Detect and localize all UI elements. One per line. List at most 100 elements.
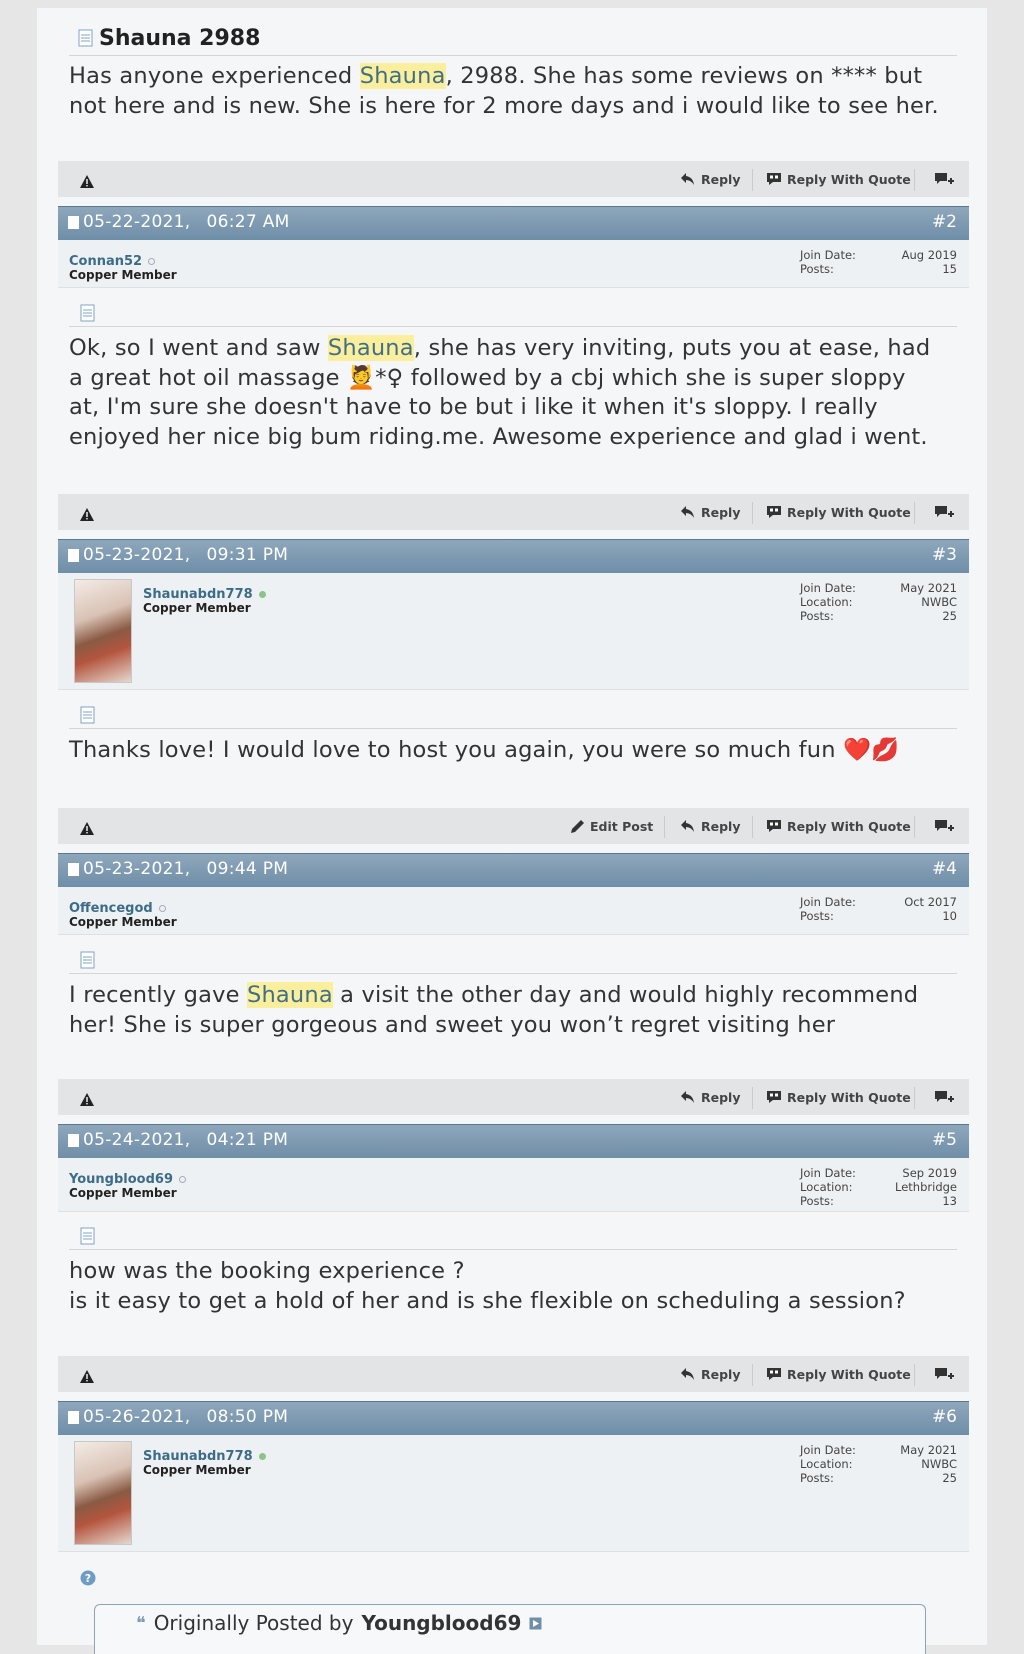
reply-with-quote-button[interactable]: Reply With Quote [766, 494, 911, 530]
user-meta-values: Sep 2019 Lethbridge 13 [895, 1166, 957, 1208]
post-time: 04:21 PM [206, 1130, 289, 1150]
multi-quote-icon [935, 506, 954, 517]
post-date: 05-23-2021, [83, 859, 191, 879]
post-header: 05-22-2021, 06:27 AM #2 [58, 206, 969, 240]
post-time: 06:27 AM [206, 212, 290, 232]
user-meta-values: Aug 2019 15 [901, 248, 957, 276]
quote-bubble-icon [767, 1091, 781, 1103]
multi-quote-icon [935, 820, 954, 831]
post-header: 05-23-2021, 09:44 PM #4 [58, 853, 969, 887]
pencil-icon [571, 819, 584, 833]
username-link[interactable]: Offencegod [69, 901, 166, 916]
user-info: Youngblood69 Copper Member Join Date: Loc… [58, 1158, 969, 1212]
user-meta-values: May 2021 NWBC 25 [900, 581, 957, 623]
offline-status-icon [158, 905, 166, 912]
report-post-icon[interactable] [80, 1091, 94, 1110]
view-post-icon[interactable] [529, 1617, 542, 1630]
multi-quote-icon [935, 173, 954, 184]
divider [69, 728, 957, 729]
post-number-link[interactable]: #5 [932, 1130, 957, 1150]
reply-button[interactable]: Reply [680, 1079, 740, 1115]
post-date: 05-26-2021, [83, 1407, 191, 1427]
username-link[interactable]: Connan52 [69, 254, 156, 269]
thread-title-row: Shauna 2988 [78, 22, 260, 54]
highlighted-term: Shauna [359, 63, 446, 89]
quote-bubble-icon [767, 173, 781, 185]
reply-button[interactable]: Reply [680, 494, 740, 530]
user-info: Connan52 Copper Member Join Date: Posts: … [58, 240, 969, 288]
report-post-icon[interactable] [80, 506, 94, 525]
edit-post-button[interactable]: Edit Post [570, 808, 653, 844]
svg-text:?: ? [85, 1572, 91, 1585]
post-icon [68, 548, 79, 562]
post-message: Has anyone experienced Shauna, 2988. She… [69, 63, 939, 119]
user-avatar[interactable] [74, 579, 132, 683]
multi-quote-button[interactable] [934, 1079, 959, 1115]
post-date: 05-24-2021, [83, 1130, 191, 1150]
reply-icon [681, 820, 694, 832]
user-meta-values: Oct 2017 10 [904, 895, 957, 923]
user-title: Copper Member [143, 601, 251, 615]
quote-header: ❝ Originally Posted by Youngblood69 [136, 1611, 542, 1635]
post-message: how was the booking experience ? is it e… [69, 1258, 906, 1314]
multi-quote-icon [935, 1368, 954, 1379]
post-message: I recently gave Shauna a visit the other… [69, 982, 919, 1038]
reply-icon [681, 506, 694, 518]
divider [69, 326, 957, 327]
user-title: Copper Member [69, 268, 177, 282]
user-meta-labels: Join Date: Location: Posts: [800, 581, 856, 623]
highlighted-term: Shauna [327, 335, 414, 361]
online-status-icon [258, 591, 266, 598]
multi-quote-button[interactable] [934, 494, 959, 530]
username-link[interactable]: Shaunabdn778 [143, 1449, 266, 1464]
post-number-link[interactable]: #6 [932, 1407, 957, 1427]
post-message: Ok, so I went and saw Shauna, she has ve… [69, 335, 931, 450]
user-meta-labels: Join Date: Posts: [800, 895, 856, 923]
user-avatar[interactable] [74, 1441, 132, 1545]
multi-quote-button[interactable] [934, 808, 959, 844]
post-number-link[interactable]: #3 [932, 545, 957, 565]
quote-bubble-icon [767, 820, 781, 832]
divider [69, 973, 957, 974]
user-meta-labels: Join Date: Posts: [800, 248, 856, 276]
multi-quote-button[interactable] [934, 1356, 959, 1392]
online-status-icon [258, 1453, 266, 1460]
report-post-icon[interactable] [80, 173, 94, 192]
reply-with-quote-button[interactable]: Reply With Quote [766, 808, 911, 844]
multi-quote-button[interactable] [934, 161, 959, 197]
quote-bubble-icon [767, 1368, 781, 1380]
post-time: 08:50 PM [206, 1407, 289, 1427]
report-post-icon[interactable] [80, 1368, 94, 1387]
reply-with-quote-button[interactable]: Reply With Quote [766, 1079, 911, 1115]
post-number-link[interactable]: #4 [932, 859, 957, 879]
reply-with-quote-button[interactable]: Reply With Quote [766, 1356, 911, 1392]
username-link[interactable]: Shaunabdn778 [143, 587, 266, 602]
user-info: Shaunabdn778 Copper Member Join Date: Loc… [58, 1435, 969, 1552]
user-info: Shaunabdn778 Copper Member Join Date: Loc… [58, 573, 969, 690]
post-action-bar: Reply Reply With Quote [58, 494, 969, 530]
post-header: 05-26-2021, 08:50 PM #6 [58, 1401, 969, 1435]
reply-button[interactable]: Reply [680, 161, 740, 197]
reply-with-quote-button[interactable]: Reply With Quote [766, 161, 911, 197]
offline-status-icon [148, 258, 156, 265]
user-title: Copper Member [69, 915, 177, 929]
multi-quote-icon [935, 1091, 954, 1102]
post-icon [68, 215, 79, 229]
report-post-icon[interactable] [80, 820, 94, 839]
post-date: 05-22-2021, [83, 212, 191, 232]
post-time: 09:31 PM [206, 545, 289, 565]
reply-button[interactable]: Reply [680, 808, 740, 844]
post-date: 05-23-2021, [83, 545, 191, 565]
document-icon [80, 706, 95, 728]
post-icon [68, 1410, 79, 1424]
reply-button[interactable]: Reply [680, 1356, 740, 1392]
reply-icon [681, 1368, 694, 1380]
username-link[interactable]: Youngblood69 [69, 1172, 186, 1187]
thread-title: Shauna 2988 [99, 25, 261, 51]
document-icon [80, 1227, 95, 1249]
post-number-link[interactable]: #2 [932, 212, 957, 232]
offline-status-icon [179, 1176, 186, 1183]
user-meta-labels: Join Date: Location: Posts: [800, 1166, 856, 1208]
reply-icon [681, 173, 694, 185]
post-header: 05-24-2021, 04:21 PM #5 [58, 1124, 969, 1158]
